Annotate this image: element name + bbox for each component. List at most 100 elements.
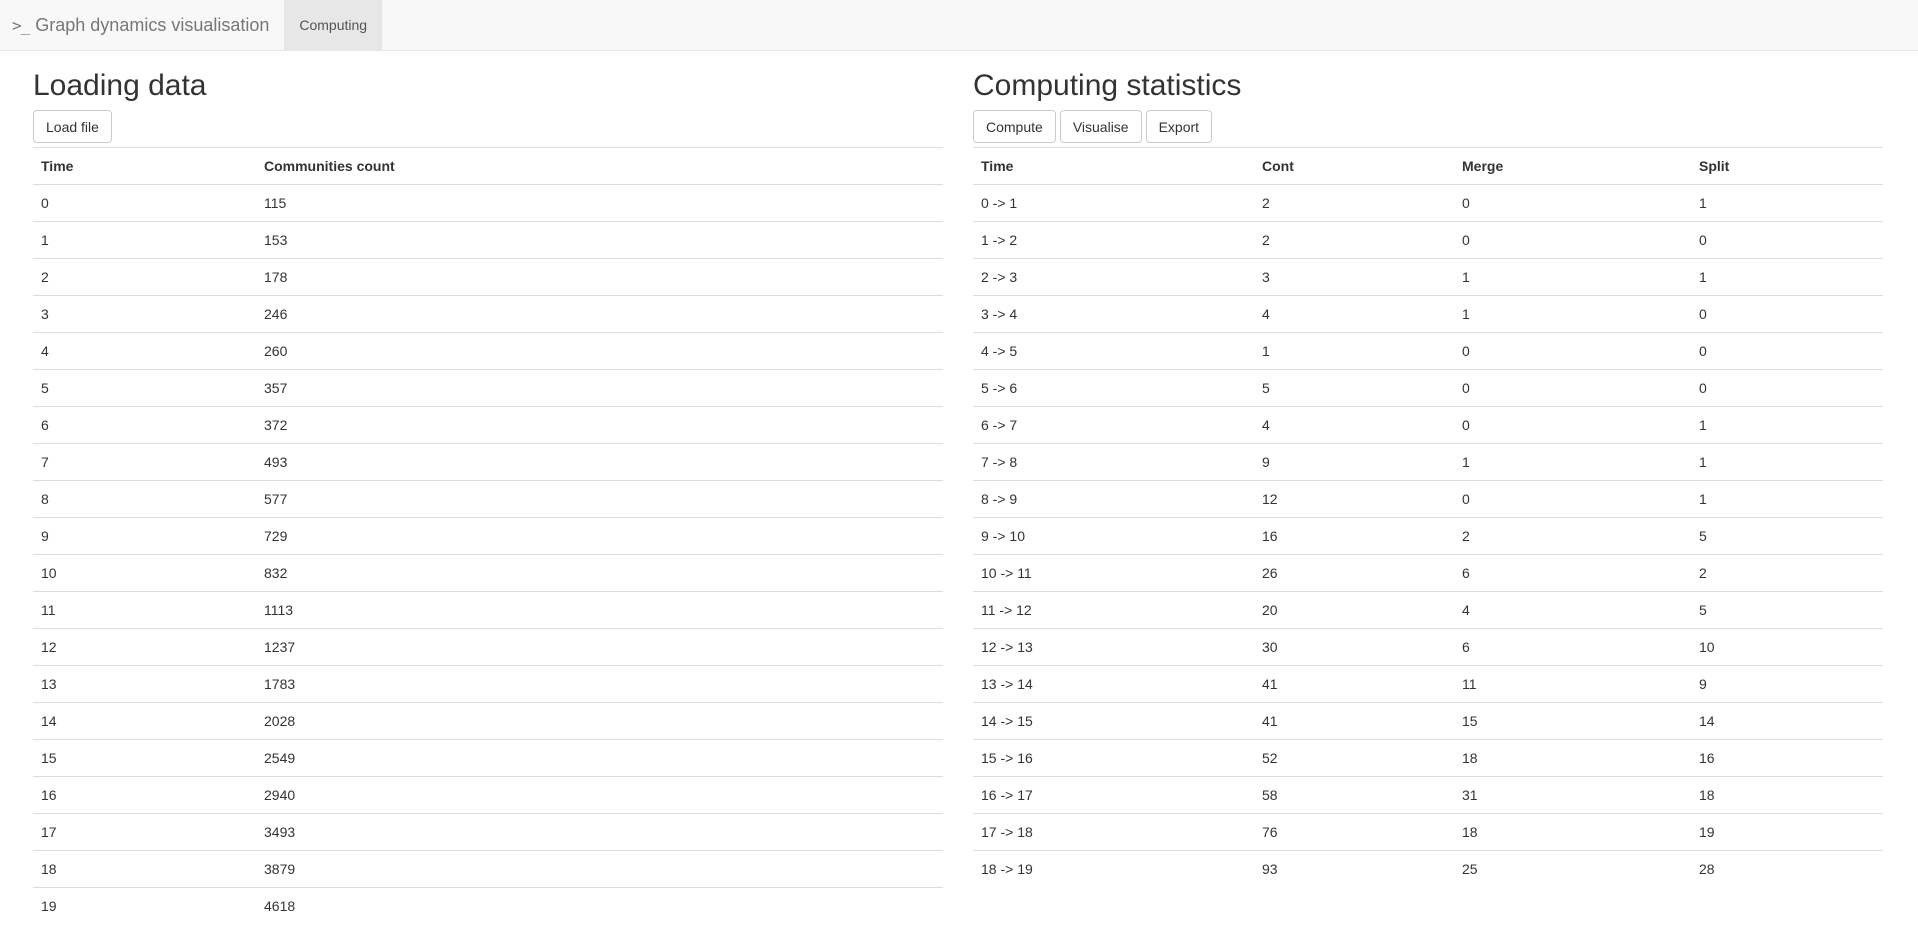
table-cell: 16: [1254, 517, 1454, 555]
table-cell: 16 -> 17: [973, 776, 1254, 814]
table-cell: 19: [33, 887, 256, 925]
table-cell: 0: [1454, 480, 1691, 518]
table-cell: 31: [1454, 776, 1691, 814]
table-cell: 1: [1454, 295, 1691, 333]
table-cell: 18 -> 19: [973, 850, 1254, 888]
terminal-icon: >_: [12, 15, 30, 35]
table-cell: 2940: [256, 776, 943, 814]
table-row: 13 -> 14 41 11 9: [973, 665, 1883, 703]
table-cell: 41: [1254, 702, 1454, 740]
table-cell: 17 -> 18: [973, 813, 1254, 851]
table-cell: 3 -> 4: [973, 295, 1254, 333]
table-cell: 1: [1454, 443, 1691, 481]
table-row: 8 -> 9 12 0 1: [973, 480, 1883, 518]
column-header: Time: [33, 147, 256, 185]
table-row: 8 577: [33, 480, 943, 518]
loading-data-title: Loading data: [33, 69, 207, 102]
table-row: 5 357: [33, 369, 943, 407]
table-row: 3 246: [33, 295, 943, 333]
table-cell: 6: [1454, 554, 1691, 592]
table-row: 14 2028: [33, 702, 943, 740]
table-header-row: Time Communities count: [33, 147, 943, 185]
table-row: 10 832: [33, 554, 943, 592]
table-cell: 2: [1254, 221, 1454, 259]
table-cell: 178: [256, 258, 943, 296]
table-row: 17 -> 18 76 18 19: [973, 813, 1883, 851]
table-cell: 10 -> 11: [973, 554, 1254, 592]
table-cell: 5: [33, 369, 256, 407]
table-cell: 0 -> 1: [973, 184, 1254, 222]
table-cell: 0: [1691, 295, 1883, 333]
table-cell: 11: [33, 591, 256, 629]
table-cell: 26: [1254, 554, 1454, 592]
computing-statistics-panel: Computing statistics Compute Visualise E…: [973, 51, 1883, 888]
column-header: Cont: [1254, 147, 1454, 185]
table-cell: 14: [1691, 702, 1883, 740]
table-row: 10 -> 11 26 6 2: [973, 554, 1883, 592]
table-row: 0 -> 1201: [973, 184, 1883, 222]
tab-computing[interactable]: Computing: [284, 0, 383, 50]
table-row: 17 3493: [33, 813, 943, 851]
table-cell: 0: [33, 184, 256, 222]
table-cell: 17: [33, 813, 256, 851]
table-row: 11 1113: [33, 591, 943, 629]
table-cell: 13: [33, 665, 256, 703]
table-cell: 15: [33, 739, 256, 777]
table-row: 16 -> 17 58 31 18: [973, 776, 1883, 814]
table-cell: 3879: [256, 850, 943, 888]
navbar: >_ Graph dynamics visualisation Computin…: [0, 0, 1918, 51]
table-cell: 15 -> 16: [973, 739, 1254, 777]
table-cell: 4: [33, 332, 256, 370]
table-cell: 12: [33, 628, 256, 666]
table-cell: 1783: [256, 665, 943, 703]
table-row: 18 3879: [33, 850, 943, 888]
table-cell: 0: [1454, 332, 1691, 370]
table-cell: 0: [1691, 332, 1883, 370]
table-row: 7 -> 8911: [973, 443, 1883, 481]
compute-button[interactable]: Compute: [973, 110, 1056, 143]
table-cell: 0: [1454, 406, 1691, 444]
export-button[interactable]: Export: [1145, 110, 1213, 143]
table-cell: 76: [1254, 813, 1454, 851]
table-cell: 25: [1454, 850, 1691, 888]
table-cell: 9 -> 10: [973, 517, 1254, 555]
visualise-button[interactable]: Visualise: [1059, 110, 1142, 143]
table-row: 7 493: [33, 443, 943, 481]
table-row: 6 372: [33, 406, 943, 444]
table-cell: 9: [1254, 443, 1454, 481]
table-cell: 577: [256, 480, 943, 518]
table-cell: 28: [1691, 850, 1883, 888]
table-cell: 5: [1254, 369, 1454, 407]
stats-toolbar: Compute Visualise Export: [973, 110, 1883, 144]
table-cell: 6 -> 7: [973, 406, 1254, 444]
column-header: Merge: [1454, 147, 1691, 185]
table-cell: 0: [1691, 369, 1883, 407]
table-cell: 6: [33, 406, 256, 444]
table-cell: 16: [33, 776, 256, 814]
table-row: 14 -> 15 41 15 14: [973, 702, 1883, 740]
table-cell: 41: [1254, 665, 1454, 703]
table-row: 2 178: [33, 258, 943, 296]
table-cell: 52: [1254, 739, 1454, 777]
table-cell: 1: [1691, 406, 1883, 444]
table-cell: 18: [1691, 776, 1883, 814]
brand-link[interactable]: >_ Graph dynamics visualisation: [0, 0, 284, 50]
table-cell: 14: [33, 702, 256, 740]
table-row: 11 -> 12 20 4 5: [973, 591, 1883, 629]
column-header: Time: [973, 147, 1254, 185]
table-cell: 3: [33, 295, 256, 333]
table-row: 9 -> 10 16 2 5: [973, 517, 1883, 555]
table-cell: 2: [33, 258, 256, 296]
statistics-table: Time Cont Merge Split 0 -> 12011 -> 22002 -…: [973, 147, 1883, 888]
table-cell: 0: [1691, 221, 1883, 259]
table-cell: 1: [1691, 258, 1883, 296]
table-cell: 357: [256, 369, 943, 407]
table-cell: 2: [1691, 554, 1883, 592]
load-file-button[interactable]: Load file: [33, 110, 112, 143]
table-cell: 4: [1254, 406, 1454, 444]
table-cell: 1: [1691, 480, 1883, 518]
table-cell: 12: [1254, 480, 1454, 518]
table-cell: 19: [1691, 813, 1883, 851]
table-row: 4 260: [33, 332, 943, 370]
column-header: Split: [1691, 147, 1883, 185]
